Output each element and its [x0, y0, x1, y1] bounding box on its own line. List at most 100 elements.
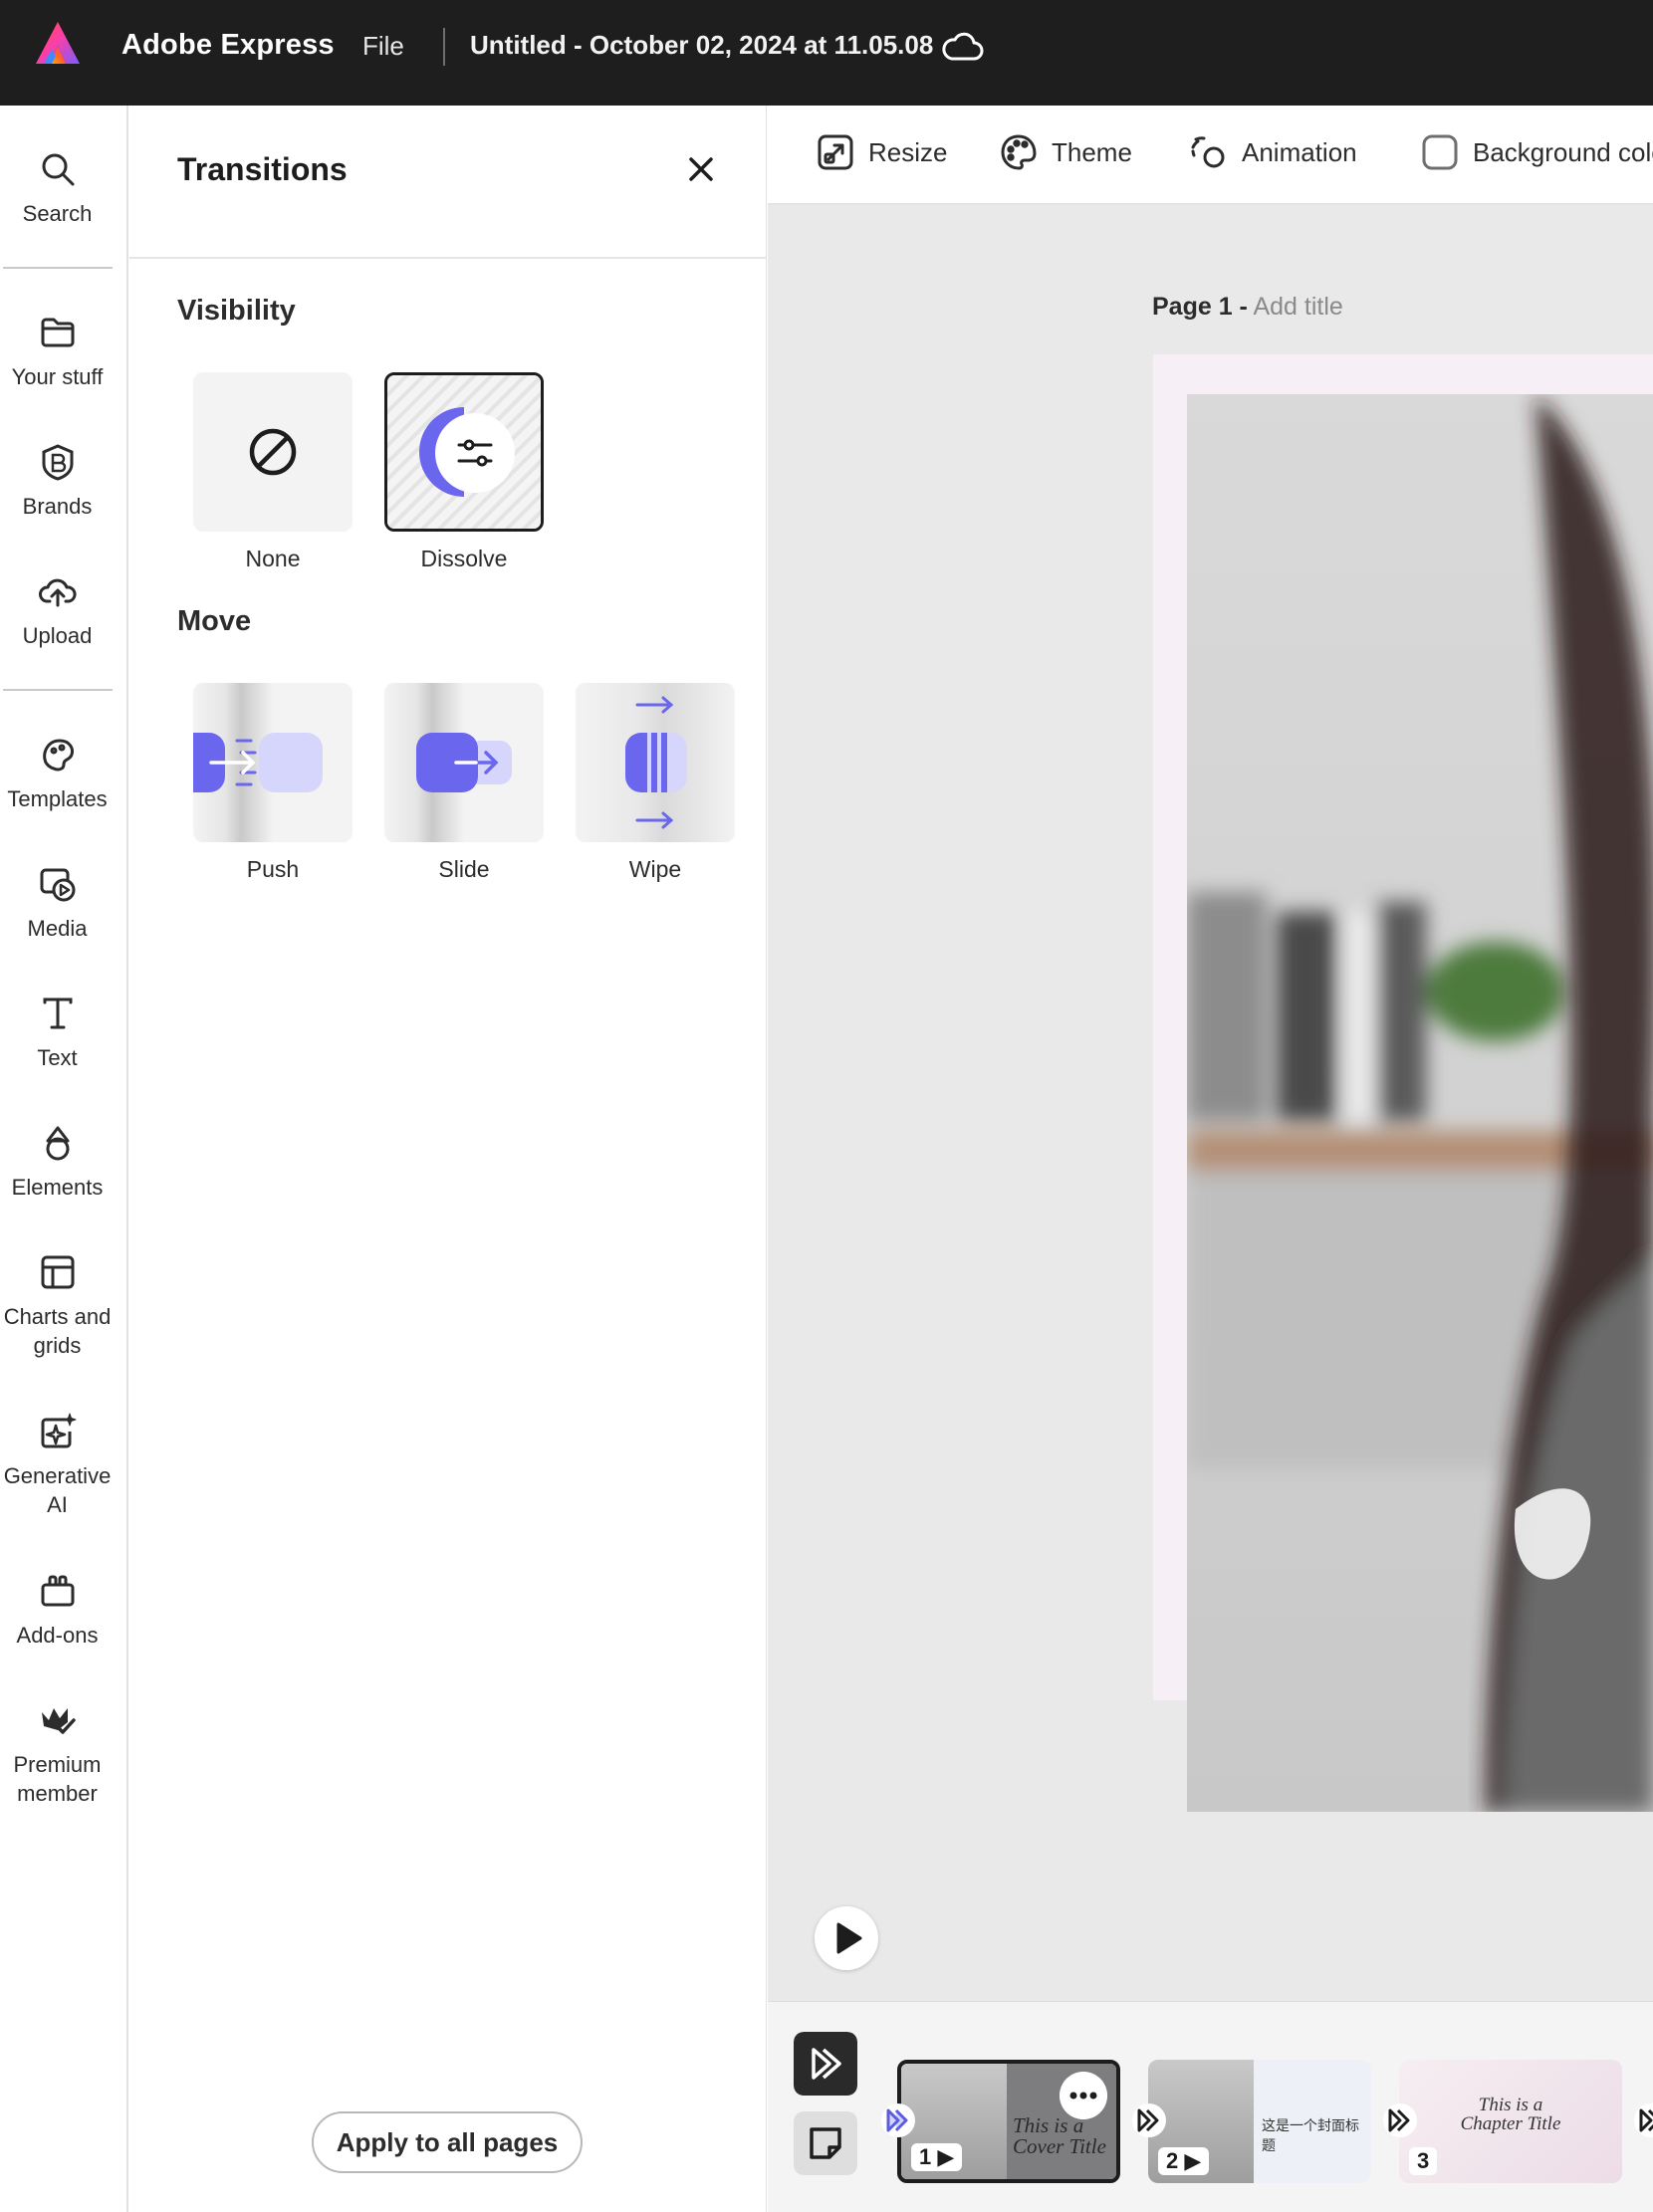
rail-item-search[interactable]: Search	[0, 149, 115, 228]
transition-marker-icon[interactable]	[1633, 2102, 1653, 2138]
transition-wipe-thumbnail[interactable]	[576, 683, 735, 842]
rail-item-text[interactable]: Text	[0, 994, 115, 1072]
rail-label: Search	[22, 201, 93, 226]
transition-marker-icon[interactable]	[1382, 2102, 1418, 2138]
rail-label: Templates	[7, 786, 108, 811]
rail-label: Text	[37, 1045, 78, 1070]
push-transition-icon	[193, 683, 323, 842]
theme-label: Theme	[1052, 136, 1132, 167]
play-icon[interactable]	[815, 1906, 878, 1970]
search-icon	[42, 153, 74, 186]
page-title-placeholder[interactable]: Add title	[1253, 293, 1342, 321]
transition-none-thumbnail[interactable]	[193, 372, 353, 532]
rail-item-brands[interactable]: Brands	[0, 442, 115, 521]
wipe-transition-icon	[576, 683, 735, 842]
canvas-photo[interactable]	[1187, 394, 1653, 1812]
document-title[interactable]: Untitled - October 02, 2024 at 11.05.08	[470, 30, 933, 61]
slide-number: 2 ▶	[1158, 2147, 1210, 2175]
transition-marker-icon[interactable]	[880, 2102, 916, 2138]
notes-icon[interactable]	[794, 2111, 857, 2175]
resize-icon	[818, 134, 853, 170]
rail-item-add-ons[interactable]: Add-ons	[0, 1571, 115, 1650]
add-ons-icon	[41, 1575, 74, 1607]
slide-number: 3	[1409, 2147, 1438, 2175]
canvas-workspace: Resize Theme Animation Background colo P…	[768, 106, 1653, 2212]
text-icon	[43, 997, 72, 1029]
rail-label: Upload	[22, 623, 93, 648]
transition-label: Dissolve	[420, 546, 508, 571]
theme-button[interactable]: Theme	[1000, 133, 1132, 171]
transition-label: Slide	[438, 856, 490, 882]
slide-thumbnail-1[interactable]: This is a Cover Title 1 ▶	[897, 2060, 1120, 2183]
media-icon	[40, 868, 75, 902]
transition-none[interactable]: None	[193, 372, 353, 572]
rail-item-templates[interactable]: Templates	[0, 735, 115, 813]
background-color-button[interactable]: Background colo	[1421, 133, 1653, 171]
background-color-label: Background colo	[1473, 136, 1653, 167]
slide-title-line2: Chapter Title	[1460, 2113, 1561, 2134]
rail-item-upload[interactable]: Upload	[0, 571, 115, 650]
rail-item-premium-member[interactable]: Premium member	[0, 1700, 115, 1808]
transition-slide-thumbnail[interactable]	[384, 683, 544, 842]
apply-to-all-pages-button[interactable]: Apply to all pages	[312, 2111, 583, 2173]
move-heading: Move	[177, 605, 252, 637]
transition-wipe[interactable]: Wipe	[576, 683, 735, 883]
left-rail: Search Your stuff Brands Upload Template…	[0, 106, 128, 2212]
app-name: Adobe Express	[121, 29, 335, 61]
rail-item-charts-and-grids[interactable]: Charts and grids	[0, 1252, 115, 1360]
top-bar: Adobe Express File Untitled - October 02…	[0, 0, 1653, 106]
animation-button[interactable]: Animation	[1190, 133, 1357, 171]
present-transition-icon[interactable]	[794, 2032, 857, 2096]
rail-item-generative-ai[interactable]: Generative AI	[0, 1412, 115, 1519]
dissolve-transition-icon	[387, 375, 541, 529]
rail-label: Media	[27, 916, 88, 941]
elements-icon	[46, 1126, 69, 1161]
slide-thumbnail-2[interactable]: 这是一个封面标题 2 ▶	[1148, 2060, 1371, 2183]
transition-slide[interactable]: Slide	[384, 683, 544, 883]
rail-item-media[interactable]: Media	[0, 864, 115, 943]
rail-item-elements[interactable]: Elements	[0, 1123, 115, 1202]
rail-label: Elements	[11, 1175, 104, 1200]
rail-label: Charts and grids	[3, 1304, 112, 1358]
more-options-icon[interactable]	[1060, 2072, 1107, 2119]
slide-title-line1: This is a	[1478, 2095, 1543, 2115]
adobe-express-logo-icon[interactable]	[34, 20, 82, 68]
transition-label: Push	[246, 856, 300, 882]
canvas-toolbar: Resize Theme Animation Background colo	[768, 106, 1653, 205]
page-number-label: Page 1 -	[1152, 293, 1248, 321]
templates-icon	[42, 739, 74, 772]
generative-ai-icon	[41, 1413, 76, 1448]
animation-icon	[1191, 136, 1225, 168]
theme-palette-icon	[1001, 134, 1037, 170]
rail-divider	[3, 689, 113, 691]
rail-label: Premium member	[13, 1752, 102, 1806]
no-transition-icon	[249, 428, 297, 476]
file-menu[interactable]: File	[362, 31, 404, 62]
transition-label: None	[245, 546, 301, 571]
page-title-row[interactable]: Page 1 - Add title	[1152, 293, 1343, 322]
charts-grids-icon	[41, 1255, 74, 1289]
cloud-sync-icon[interactable]	[940, 27, 986, 67]
resize-button[interactable]: Resize	[817, 133, 947, 171]
folder-icon	[41, 318, 74, 347]
slide-thumbnail-3[interactable]: This is a Chapter Title 3	[1399, 2060, 1622, 2183]
rail-label: Brands	[22, 494, 93, 519]
animation-label: Animation	[1242, 136, 1357, 167]
slide-title-line2: Cover Title	[1013, 2134, 1106, 2158]
background-color-swatch-icon	[1422, 134, 1458, 170]
panel-title: Transitions	[177, 151, 348, 187]
resize-label: Resize	[868, 136, 948, 167]
transitions-panel: Transitions Visibility None Dissolve Mov…	[129, 106, 767, 2212]
transition-dissolve-thumbnail[interactable]	[384, 372, 544, 532]
rail-item-your-stuff[interactable]: Your stuff	[0, 313, 115, 391]
transition-marker-icon[interactable]	[1131, 2102, 1167, 2138]
transition-push[interactable]: Push	[193, 683, 353, 883]
transition-dissolve[interactable]: Dissolve	[384, 372, 544, 572]
rail-label: Add-ons	[16, 1623, 99, 1648]
slide-title: 这是一个封面标题	[1262, 2117, 1359, 2153]
rail-label: Generative AI	[3, 1463, 112, 1517]
transition-push-thumbnail[interactable]	[193, 683, 353, 842]
close-icon[interactable]	[683, 151, 719, 187]
panel-divider	[129, 257, 767, 259]
page-filmstrip: This is a Cover Title 1 ▶ 这是一个封面标题 2 ▶ T…	[768, 2001, 1653, 2212]
